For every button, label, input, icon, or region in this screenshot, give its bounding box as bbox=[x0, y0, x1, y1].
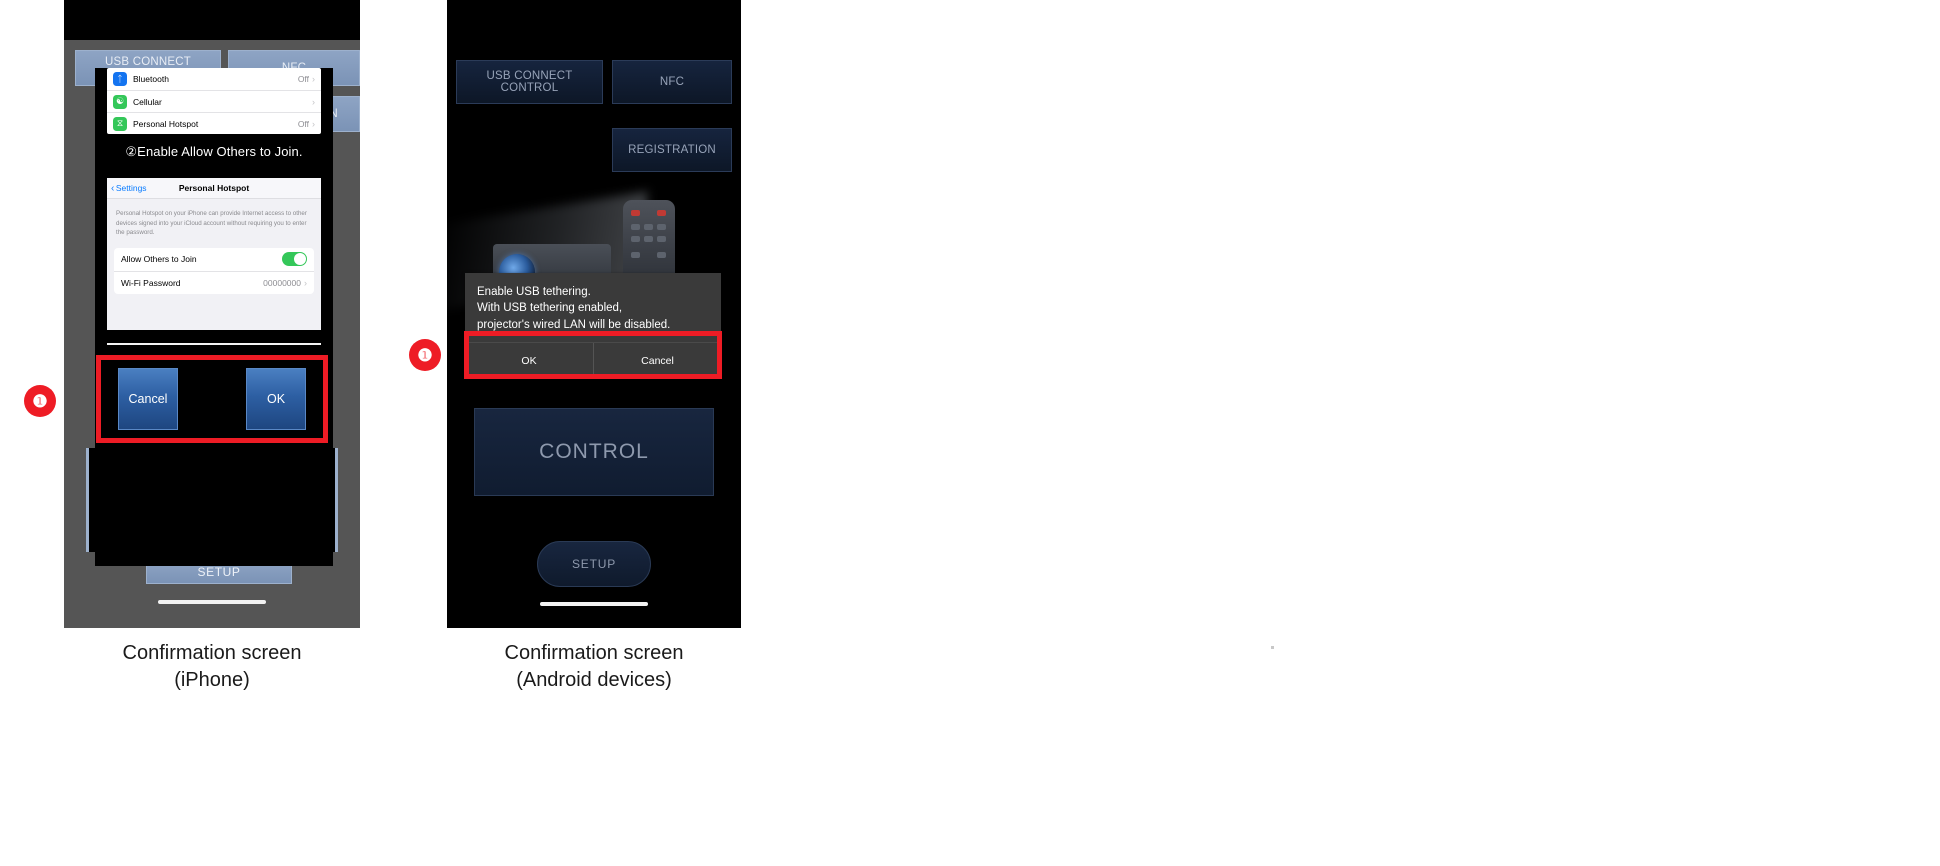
iphone-caption: Confirmation screen (iPhone) bbox=[122, 642, 302, 691]
iphone-step-badge: ❶ bbox=[24, 385, 56, 417]
ios-settings-list: ᛏ Bluetooth Off › ☯ Cellular › ⧖ Persona… bbox=[107, 68, 321, 134]
ios-step-caption: ②Enable Allow Others to Join. bbox=[125, 144, 303, 159]
ios-navigation-bar: ‹ Settings Personal Hotspot bbox=[107, 178, 321, 199]
chevron-right-icon: › bbox=[312, 96, 315, 107]
iphone-home-indicator bbox=[158, 600, 266, 604]
android-step-badge: ❶ bbox=[409, 339, 441, 371]
android-registration-label: REGISTRATION bbox=[628, 144, 716, 156]
page-artifact-dot bbox=[1271, 646, 1274, 649]
toggle-knob bbox=[294, 253, 306, 266]
remote-button bbox=[631, 236, 640, 242]
ios-row-bluetooth-value: Off bbox=[297, 74, 309, 84]
android-control-button[interactable]: CONTROL bbox=[474, 408, 714, 496]
page-root: USB CONNECT CONTROL NFC REGISTRATION SET… bbox=[0, 0, 1940, 866]
ios-personal-hotspot-panel: ‹ Settings Personal Hotspot Personal Hot… bbox=[107, 178, 321, 330]
ios-allow-others-label: Allow Others to Join bbox=[121, 254, 197, 265]
allow-others-to-join-toggle[interactable] bbox=[282, 252, 307, 267]
chevron-right-icon: › bbox=[304, 277, 307, 288]
android-usb-connect-control-label: USB CONNECT CONTROL bbox=[486, 70, 573, 94]
ios-settings-overlay: ᛏ Bluetooth Off › ☯ Cellular › ⧖ Persona… bbox=[95, 68, 333, 566]
iphone-setup-label: SETUP bbox=[197, 565, 241, 579]
remote-button bbox=[631, 224, 640, 230]
ios-row-allow-others-to-join[interactable]: Allow Others to Join bbox=[114, 248, 314, 271]
ios-row-personal-hotspot-value: Off bbox=[297, 118, 309, 129]
ios-row-personal-hotspot[interactable]: ⧖ Personal Hotspot Off › bbox=[107, 112, 321, 134]
remote-button bbox=[631, 210, 640, 216]
cellular-icon: ☯ bbox=[113, 94, 127, 109]
remote-button bbox=[657, 236, 666, 242]
ios-wifi-password-value: 00000000 bbox=[263, 277, 301, 288]
remote-button bbox=[657, 252, 666, 258]
android-nfc-button[interactable]: NFC bbox=[612, 60, 732, 104]
remote-button bbox=[631, 252, 640, 258]
ios-hotspot-description: Personal Hotspot on your iPhone can prov… bbox=[116, 210, 307, 237]
ios-row-personal-hotspot-label: Personal Hotspot bbox=[133, 118, 199, 129]
iphone-highlight-box bbox=[96, 355, 328, 443]
ios-row-cellular-label: Cellular bbox=[133, 96, 162, 107]
ios-separator-line bbox=[107, 343, 321, 345]
ios-nav-title: Personal Hotspot bbox=[178, 183, 250, 193]
remote-button bbox=[644, 224, 653, 230]
ios-hotspot-options-list: Allow Others to Join Wi-Fi Password 0000… bbox=[114, 247, 314, 294]
android-registration-button[interactable]: REGISTRATION bbox=[612, 128, 732, 172]
android-control-label: CONTROL bbox=[539, 440, 649, 463]
chevron-right-icon: › bbox=[312, 74, 315, 84]
ios-row-cellular[interactable]: ☯ Cellular › bbox=[107, 90, 321, 112]
remote-button bbox=[657, 224, 666, 230]
android-highlight-box bbox=[464, 331, 722, 379]
android-caption: Confirmation screen (Android devices) bbox=[504, 642, 684, 691]
android-usb-connect-control-button[interactable]: USB CONNECT CONTROL bbox=[456, 60, 603, 104]
ios-wifi-password-label: Wi-Fi Password bbox=[121, 277, 181, 288]
bluetooth-icon: ᛏ bbox=[113, 72, 127, 86]
android-home-indicator bbox=[540, 602, 648, 606]
remote-button bbox=[644, 236, 653, 242]
android-setup-button[interactable]: SETUP bbox=[537, 541, 651, 587]
android-nfc-label: NFC bbox=[659, 76, 685, 88]
personal-hotspot-icon: ⧖ bbox=[113, 116, 127, 131]
ios-row-bluetooth[interactable]: ᛏ Bluetooth Off › bbox=[107, 68, 321, 90]
ios-row-bluetooth-label: Bluetooth bbox=[133, 74, 169, 84]
iphone-screen: USB CONNECT CONTROL NFC REGISTRATION SET… bbox=[64, 0, 360, 628]
android-setup-label: SETUP bbox=[571, 557, 616, 571]
ios-row-wifi-password[interactable]: Wi-Fi Password 00000000 › bbox=[114, 270, 314, 294]
android-dialog-message: Enable USB tethering. With USB tethering… bbox=[477, 286, 671, 331]
chevron-right-icon: › bbox=[312, 118, 315, 129]
remote-button bbox=[657, 210, 666, 216]
iphone-screenshot-frame: USB CONNECT CONTROL NFC REGISTRATION SET… bbox=[64, 0, 360, 628]
